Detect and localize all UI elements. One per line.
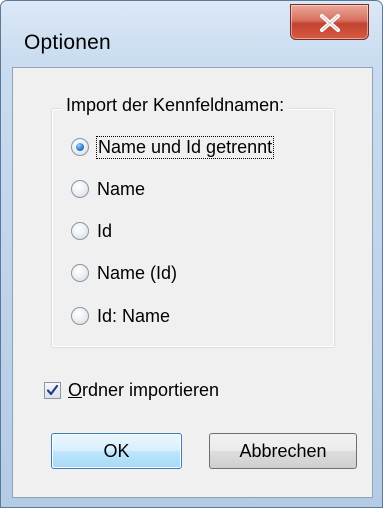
radio-unselected-icon[interactable]	[71, 264, 89, 282]
checkbox-label-rest: rdner importieren	[82, 379, 220, 400]
close-button[interactable]	[290, 4, 369, 40]
mnemonic-letter: O	[68, 379, 83, 400]
radio-id-name[interactable]: Id: Name	[71, 302, 170, 330]
radio-name-id[interactable]: Name (Id)	[71, 259, 177, 287]
radio-unselected-icon[interactable]	[71, 307, 89, 325]
import-folders-checkbox[interactable]	[44, 381, 61, 399]
radio-name[interactable]: Name	[71, 175, 145, 203]
radio-label: Name und Id getrennt	[95, 135, 275, 159]
options-dialog-window: Optionen Import der Kennfeldnamen: Name …	[0, 0, 383, 508]
ok-button[interactable]: OK	[51, 433, 182, 469]
import-folders-label: Ordner importieren	[68, 380, 219, 401]
groupbox-legend: Import der Kennfeldnamen:	[61, 95, 290, 116]
close-x-icon	[320, 14, 340, 32]
radio-label: Id: Name	[97, 305, 171, 326]
radio-unselected-icon[interactable]	[71, 180, 89, 198]
checkmark-icon	[46, 384, 59, 395]
radio-label: Id	[97, 220, 113, 241]
dialog-client-area: Import der Kennfeldnamen: Name und Id ge…	[12, 67, 373, 498]
radio-name-und-id-getrennt[interactable]: Name und Id getrennt	[71, 133, 275, 161]
cancel-button[interactable]: Abbrechen	[209, 433, 357, 469]
radio-unselected-icon[interactable]	[71, 222, 89, 240]
radio-label: Name	[97, 178, 146, 199]
radio-id[interactable]: Id	[71, 217, 112, 245]
radio-label: Name (Id)	[97, 262, 178, 283]
import-folders-checkbox-row[interactable]: Ordner importieren	[44, 377, 219, 403]
window-title: Optionen	[24, 31, 111, 54]
radio-selected-icon[interactable]	[71, 138, 89, 156]
